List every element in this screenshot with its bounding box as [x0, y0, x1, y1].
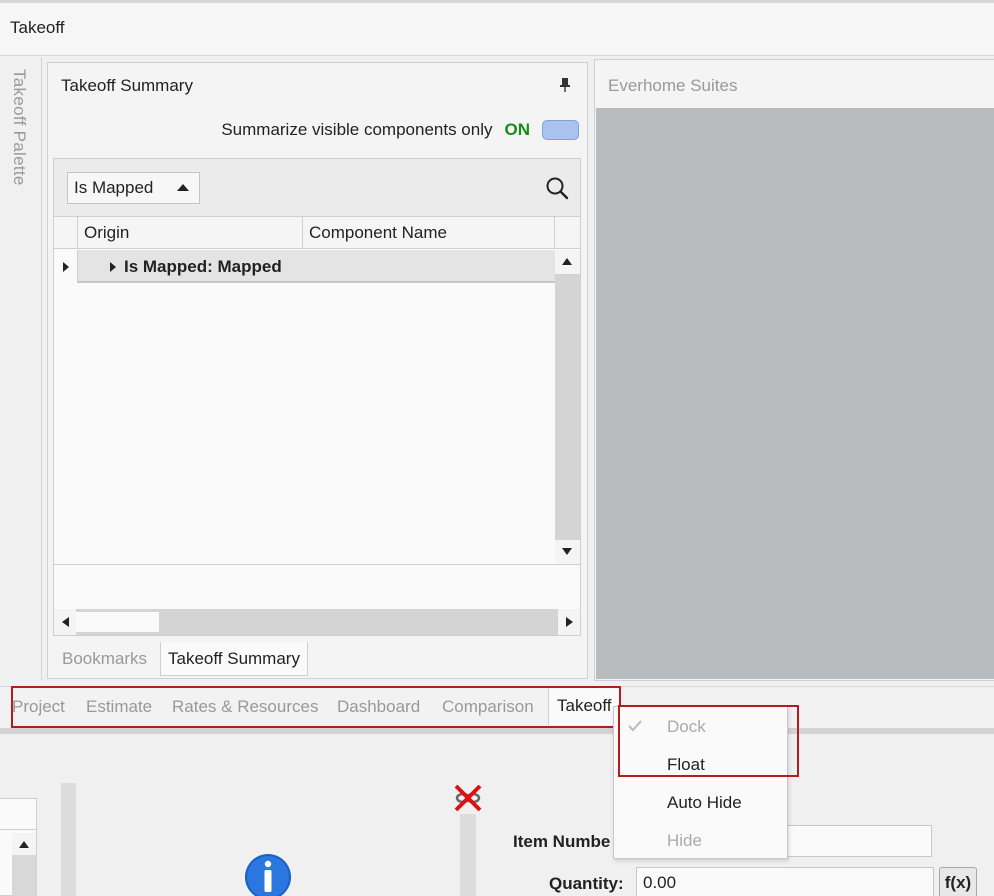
group-by-dropdown[interactable]: Is Mapped: [67, 172, 200, 204]
grid-column-header: Origin Component Name: [54, 217, 580, 249]
chevron-down-icon: [562, 548, 572, 555]
lower-splitter-mid[interactable]: [460, 814, 476, 896]
drawing-canvas[interactable]: [596, 108, 994, 679]
expand-group-icon[interactable]: [110, 262, 116, 272]
info-icon: [245, 854, 291, 896]
tabs-highlight-box: [11, 686, 621, 728]
document-panel: Everhome Suites: [594, 59, 994, 681]
summary-grid: Is Mapped Origin Component Name Is Mappe…: [53, 158, 581, 636]
summarize-visible-toggle[interactable]: [542, 120, 579, 140]
lower-grid-header-divider: [0, 829, 37, 830]
toggle-state-label: ON: [504, 120, 531, 139]
menu-highlight-box: [618, 705, 799, 777]
menu-item-auto-hide-label: Auto Hide: [667, 793, 742, 812]
tab-bookmarks[interactable]: Bookmarks: [55, 642, 154, 676]
group-by-value: Is Mapped: [74, 178, 154, 197]
group-filter-bar: Is Mapped: [54, 159, 580, 217]
row-indicator[interactable]: [54, 250, 78, 283]
scroll-down-button[interactable]: [555, 540, 580, 564]
chevron-right-icon: [566, 617, 573, 627]
takeoff-palette-label[interactable]: Takeoff Palette: [9, 69, 29, 186]
lower-detail-pane: Item Numbe Quantity: 0.00 f(x): [0, 734, 994, 896]
item-number-label: Item Numbe: [513, 832, 611, 851]
menu-item-hide[interactable]: Hide: [614, 822, 787, 860]
window-title-bar: Takeoff: [0, 0, 994, 56]
group-row[interactable]: Is Mapped: Mapped: [54, 250, 555, 283]
unlink-icon[interactable]: [452, 782, 484, 814]
takeoff-summary-panel: Takeoff Summary Summarize visible compon…: [47, 62, 588, 679]
lower-grid: [0, 798, 37, 896]
column-component-name[interactable]: Component Name: [303, 217, 555, 249]
menu-item-auto-hide[interactable]: Auto Hide: [614, 784, 787, 822]
summarize-visible-label: Summarize visible components only: [221, 120, 493, 139]
lower-splitter-left[interactable]: [61, 783, 76, 896]
horizontal-scroll-thumb[interactable]: [76, 612, 159, 632]
window-title: Takeoff: [10, 18, 65, 37]
scroll-up-button[interactable]: [555, 250, 580, 274]
group-cell[interactable]: Is Mapped: Mapped: [78, 250, 555, 283]
menu-item-hide-label: Hide: [667, 831, 702, 850]
horizontal-scrollbar[interactable]: [54, 609, 580, 635]
formula-button[interactable]: f(x): [939, 867, 977, 896]
chevron-up-icon: [19, 841, 29, 848]
search-icon[interactable]: [545, 176, 569, 200]
summarize-visible-row: Summarize visible components only ON: [221, 119, 579, 141]
pin-icon[interactable]: [559, 77, 571, 93]
row-indicator-header: [54, 217, 78, 249]
row-arrow-icon: [63, 262, 69, 272]
vertical-scrollbar[interactable]: [555, 250, 580, 564]
takeoff-palette-strip[interactable]: Takeoff Palette: [0, 57, 42, 681]
group-row-label: Is Mapped: Mapped: [124, 257, 282, 276]
chevron-left-icon: [62, 617, 69, 627]
scroll-right-button[interactable]: [558, 609, 580, 635]
document-title: Everhome Suites: [608, 76, 738, 95]
grid-footer-divider: [54, 564, 580, 565]
column-origin[interactable]: Origin: [78, 217, 303, 249]
lower-scroll-up-button[interactable]: [12, 833, 36, 855]
scroll-left-button[interactable]: [54, 609, 76, 635]
item-number-field[interactable]: [770, 825, 932, 857]
quantity-label: Quantity:: [549, 874, 624, 893]
tab-takeoff-summary[interactable]: Takeoff Summary: [160, 642, 308, 676]
chevron-up-icon: [562, 258, 572, 265]
panel-title: Takeoff Summary: [61, 76, 193, 95]
quantity-field[interactable]: 0.00: [636, 867, 934, 896]
dropdown-arrow-icon: [177, 184, 189, 191]
panel-tab-strip: Bookmarks Takeoff Summary: [48, 642, 587, 678]
